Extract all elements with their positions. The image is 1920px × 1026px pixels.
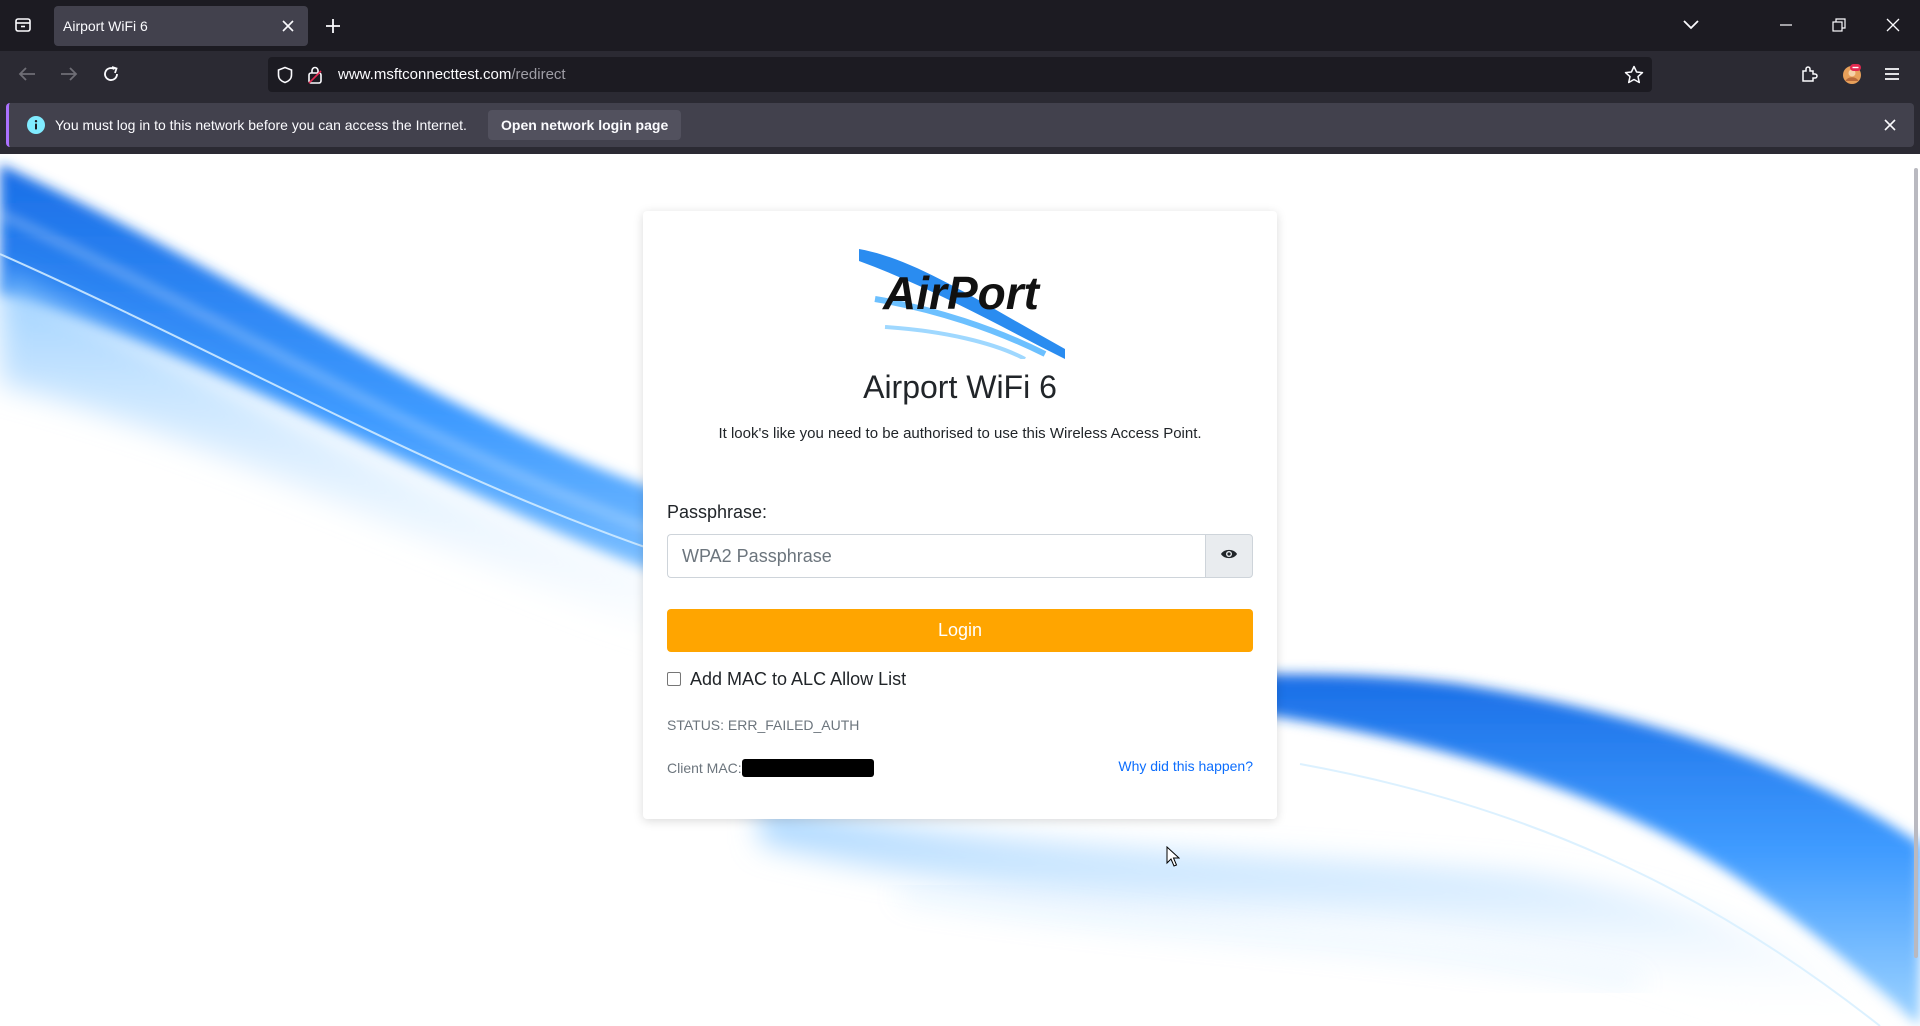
passphrase-input[interactable] [667,534,1205,578]
page-viewport: AirPort Airport WiFi 6 It look's like yo… [0,154,1920,1026]
forward-icon[interactable] [53,58,85,90]
add-mac-checkbox-label[interactable]: Add MAC to ALC Allow List [690,669,906,690]
eye-icon [1220,547,1238,566]
status-text: STATUS: ERR_FAILED_AUTH [667,717,860,733]
client-mac-label: Client MAC: [667,760,742,776]
tracking-protection-shield-icon[interactable] [276,66,294,89]
close-tab-icon[interactable] [276,14,300,38]
tab-active[interactable]: Airport WiFi 6 [54,6,308,46]
info-icon [27,116,45,134]
bookmark-star-icon[interactable] [1624,65,1644,90]
mouse-cursor-icon [1166,846,1180,867]
url-host: www.msftconnecttest.com [338,66,512,83]
url-path: /redirect [511,66,566,83]
mac-allow-list-row: Add MAC to ALC Allow List [667,666,906,692]
connection-lock-icon[interactable] [306,65,324,90]
add-mac-checkbox[interactable] [667,672,681,686]
close-notification-icon[interactable] [1876,111,1904,139]
login-button[interactable]: Login [667,609,1253,652]
navigation-toolbar: www.msftconnecttest.com/redirect [0,51,1920,97]
client-mac-row: Client MAC: [667,758,874,778]
why-did-this-happen-link[interactable]: Why did this happen? [1118,758,1253,774]
reload-icon[interactable] [95,58,127,90]
back-icon[interactable] [11,58,43,90]
open-network-login-page-button[interactable]: Open network login page [488,110,682,140]
extensions-icon[interactable] [1793,58,1825,90]
app-menu-icon[interactable] [1876,58,1908,90]
tab-title: Airport WiFi 6 [63,18,148,34]
notification-message: You must log in to this network before y… [55,117,467,133]
passphrase-label: Passphrase: [667,502,768,522]
logo-text: AirPort [882,267,1041,319]
list-all-tabs-icon[interactable] [1674,8,1708,42]
new-tab-icon[interactable] [318,11,348,41]
account-avatar-icon[interactable] [1836,58,1868,90]
passphrase-group [667,534,1253,578]
client-mac-redacted [741,759,874,777]
page-subtitle: It look's like you need to be authorised… [718,425,1202,442]
show-password-button[interactable] [1205,534,1253,578]
login-card: AirPort Airport WiFi 6 It look's like yo… [643,211,1277,819]
firefox-view-icon[interactable] [8,10,38,40]
url-bar[interactable]: www.msftconnecttest.com/redirect [268,57,1652,92]
page-scrollbar[interactable] [1914,168,1918,958]
captive-portal-notification: You must log in to this network before y… [0,97,1920,154]
close-window-icon[interactable] [1876,8,1910,42]
notification-bar: You must log in to this network before y… [6,103,1914,147]
url-text[interactable]: www.msftconnecttest.com/redirect [338,57,566,92]
airport-logo: AirPort [855,239,1067,361]
minimize-icon[interactable] [1769,8,1803,42]
tab-bar: Airport WiFi 6 [0,0,1920,51]
restore-icon[interactable] [1822,8,1856,42]
page-title: Airport WiFi 6 [863,369,1057,405]
